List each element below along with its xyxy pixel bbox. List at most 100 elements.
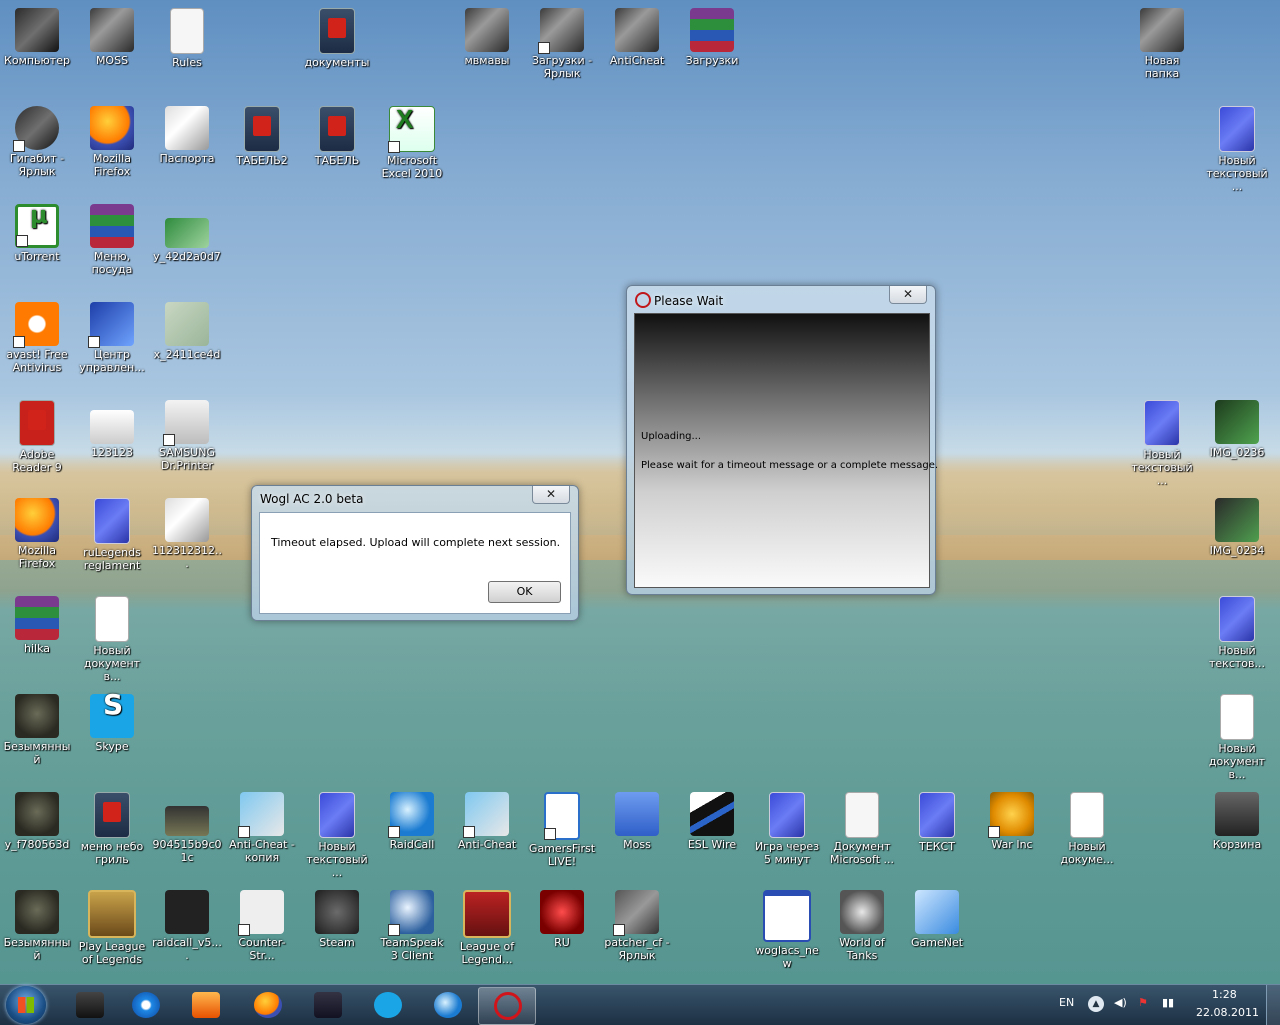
icon-recycle-bin[interactable]: Корзина: [1200, 792, 1274, 851]
icon-ru[interactable]: RU: [525, 890, 599, 949]
icon-documents[interactable]: документы: [300, 8, 374, 69]
image-icon: [1215, 400, 1259, 444]
icon-tabel[interactable]: ТАБЕЛЬ: [300, 106, 374, 167]
action-center-icon[interactable]: ⚑: [1138, 996, 1148, 1009]
close-button[interactable]: ✕: [532, 486, 570, 504]
clock-date[interactable]: 22.08.2011: [1196, 1006, 1259, 1019]
icon-new-text-3[interactable]: Новый текстов...: [1200, 596, 1274, 670]
icon-rules[interactable]: Rules: [150, 8, 224, 69]
taskbar-app-wogl-ac[interactable]: [478, 987, 536, 1025]
icon-moss[interactable]: MOSS: [75, 8, 149, 67]
volume-icon[interactable]: ◀): [1114, 996, 1127, 1009]
icon-doc-microsoft[interactable]: Документ Microsoft ...: [825, 792, 899, 866]
icon-new-text-2[interactable]: Новый текстовый ...: [1125, 400, 1199, 487]
ok-button[interactable]: OK: [488, 581, 561, 603]
taskbar-app-ie[interactable]: [118, 987, 174, 1023]
taskbar-app-raidcall[interactable]: [420, 987, 476, 1023]
icon-y42d2a0d7[interactable]: y_42d2a0d7: [150, 204, 224, 263]
icon-war-inc[interactable]: War Inc: [975, 792, 1049, 851]
icon-bezymyanny-1[interactable]: Безымянный: [0, 694, 74, 766]
icon-firefox-2[interactable]: Mozilla Firefox: [0, 498, 74, 570]
icon-utorrent[interactable]: uTorrent: [0, 204, 74, 263]
icon-new-folder[interactable]: Новая папка: [1125, 8, 1199, 80]
taskbar-app-computer[interactable]: [62, 987, 118, 1023]
application-window-icon: [763, 890, 811, 942]
icon-woglacs-new[interactable]: woglacs_new: [750, 890, 824, 970]
icon-tekst[interactable]: ТЕКСТ: [900, 792, 974, 853]
icon-esl-wire[interactable]: ESL Wire: [675, 792, 749, 851]
icon-123123[interactable]: 123123: [75, 400, 149, 459]
icon-downloads-shortcut[interactable]: Загрузки - Ярлык: [525, 8, 599, 80]
icon-raidcall-v5[interactable]: raidcall_v5....: [150, 890, 224, 962]
icon-gigabit[interactable]: Гигабит - Ярлык: [0, 106, 74, 178]
icon-avast[interactable]: avast! Free Antivirus: [0, 302, 74, 374]
rss-icon: [615, 792, 659, 836]
show-hidden-icons[interactable]: ▲: [1088, 996, 1104, 1012]
icon-mvmavy[interactable]: мвмавы: [450, 8, 524, 67]
icon-yf780563d[interactable]: y_f780563d: [0, 792, 74, 851]
icon-tabel2[interactable]: ТАБЕЛЬ2: [225, 106, 299, 167]
icon-rulegends[interactable]: ruLegends reglament: [75, 498, 149, 572]
network-icon[interactable]: ▮▮: [1162, 996, 1174, 1009]
icon-bezymyanny-2[interactable]: Безымянный: [0, 890, 74, 962]
icon-new-doc-1[interactable]: Новый документ в...: [75, 596, 149, 683]
icon-world-of-tanks[interactable]: World of Tanks: [825, 890, 899, 962]
icon-downloads[interactable]: Загрузки: [675, 8, 749, 67]
icon-raidcall[interactable]: RaidCall: [375, 792, 449, 851]
icon-patcher-cf[interactable]: patcher_cf - Ярлык: [600, 890, 674, 962]
computer-icon: [76, 992, 104, 1018]
icon-skype[interactable]: Skype: [75, 694, 149, 753]
icon-steam[interactable]: Steam: [300, 890, 374, 949]
icon-counter-strike[interactable]: Counter-Str...: [225, 890, 299, 962]
icon-moss-2[interactable]: Moss: [600, 792, 674, 851]
icon-play-lol[interactable]: Play League of Legends: [75, 890, 149, 966]
icon-x2411ce4d[interactable]: x_2411ce4d: [150, 302, 224, 361]
taskbar-app-media[interactable]: [178, 987, 234, 1023]
icon-teamspeak[interactable]: TeamSpeak 3 Client: [375, 890, 449, 962]
folder-icon: [165, 106, 209, 150]
clock-time[interactable]: 1:28: [1212, 988, 1237, 1001]
icon-menu[interactable]: Меню, посуда: [75, 204, 149, 276]
icon-anticheat-2[interactable]: Anti-Cheat: [450, 792, 524, 851]
icon-new-text-1[interactable]: Новый текстовый ...: [1200, 106, 1274, 193]
icon-center[interactable]: Центр управлен...: [75, 302, 149, 374]
please-wait-dialog: Please Wait ✕ Uploading... Please wait f…: [626, 285, 938, 595]
icon-passports[interactable]: Паспорта: [150, 106, 224, 165]
icon-anticheat-copy[interactable]: Anti-Cheat - копия: [225, 792, 299, 864]
icon-112312312[interactable]: 112312312...: [150, 498, 224, 570]
image-icon: [15, 890, 59, 934]
docx-icon: [845, 792, 879, 838]
internet-explorer-icon: [132, 992, 160, 1018]
icon-lol-legend[interactable]: League of Legend...: [450, 890, 524, 966]
icon-gamersfirst[interactable]: GamersFirst LIVE!: [525, 792, 599, 868]
raidcall-icon: [388, 792, 434, 838]
world-of-tanks-icon: [840, 890, 884, 934]
taskbar-app-lineage[interactable]: [300, 987, 356, 1023]
winrar-icon: [90, 204, 134, 248]
icon-menu-grill[interactable]: меню небо гриль: [75, 792, 149, 866]
icon-gamenet[interactable]: GameNet: [900, 890, 974, 949]
taskbar-app-skype[interactable]: [360, 987, 416, 1023]
show-desktop-button[interactable]: [1266, 985, 1280, 1025]
icon-adobe-reader[interactable]: Adobe Reader 9: [0, 400, 74, 474]
close-button[interactable]: ✕: [889, 286, 927, 304]
icon-hilka[interactable]: hilka: [0, 596, 74, 655]
icon-samsung-printer[interactable]: SAMSUNG Dr.Printer: [150, 400, 224, 472]
icon-new-doc-2[interactable]: Новый документ в...: [1200, 694, 1274, 781]
taskbar-app-firefox[interactable]: [240, 987, 296, 1023]
icon-img0234[interactable]: IMG_0234: [1200, 498, 1274, 557]
icon-igra[interactable]: Игра через 5 минут: [750, 792, 824, 866]
dialog-title-row: Please Wait: [635, 292, 723, 308]
language-indicator[interactable]: EN: [1059, 996, 1074, 1009]
image-icon: [1215, 498, 1259, 542]
icon-anticheat[interactable]: AntiCheat: [600, 8, 674, 67]
start-button[interactable]: [6, 986, 46, 1024]
icon-excel[interactable]: Microsoft Excel 2010: [375, 106, 449, 180]
icon-img0236[interactable]: IMG_0236: [1200, 400, 1274, 459]
icon-computer[interactable]: Компьютер: [0, 8, 74, 67]
icon-904515b9c01c[interactable]: 904515b9c01c: [150, 792, 224, 864]
winrar-icon: [15, 596, 59, 640]
icon-new-text-4[interactable]: Новый текстовый ...: [300, 792, 374, 879]
icon-firefox-1[interactable]: Mozilla Firefox: [75, 106, 149, 178]
icon-new-doc-3[interactable]: Новый докуме...: [1050, 792, 1124, 866]
